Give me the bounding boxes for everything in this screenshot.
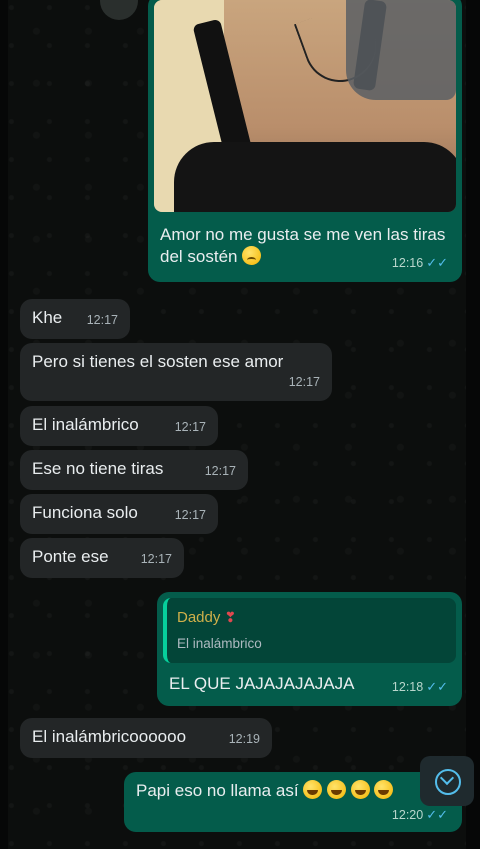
incoming-message[interactable]: Ese no tiene tiras 12:17 (20, 450, 248, 490)
message-time: 12:17 (174, 420, 206, 434)
message-text: Ponte ese (32, 547, 109, 566)
message-text: Pero si tienes el sosten ese amor (32, 352, 284, 371)
laughing-emoji (374, 780, 394, 799)
quoted-message[interactable]: Daddy ❣ El inalámbrico (163, 598, 456, 663)
incoming-message[interactable]: Ponte ese 12:17 (20, 538, 184, 578)
message-time: 12:17 (140, 552, 172, 566)
incoming-message[interactable]: El inalámbrico 12:17 (20, 406, 218, 446)
message-time: 12:16 (391, 256, 424, 270)
message-time: 12:17 (204, 464, 236, 478)
incoming-message[interactable]: Khe 12:17 (20, 299, 130, 339)
heart-icon: ❣ (224, 609, 237, 625)
right-edge (466, 0, 480, 849)
laughing-emoji (350, 780, 370, 799)
message-text: EL QUE JAJAJAJAJAJA (169, 674, 355, 693)
quote-text: El inalámbrico (177, 636, 262, 651)
message-time: 12:17 (288, 375, 320, 389)
laughing-emoji (303, 780, 323, 799)
message-text: Ese no tiene tiras (32, 459, 164, 478)
message-time: 12:19 (228, 732, 260, 746)
outgoing-reply-message[interactable]: Daddy ❣ El inalámbrico EL QUE JAJAJAJAJA… (157, 592, 462, 706)
incoming-message[interactable]: El inalámbricoooooo 12:19 (20, 718, 272, 758)
quote-author: Daddy (177, 609, 221, 626)
message-text: El inalámbrico (32, 415, 139, 434)
left-edge (0, 0, 8, 849)
read-ticks-icon: ✓✓ (426, 255, 448, 270)
read-ticks-icon: ✓✓ (426, 807, 448, 822)
message-text: Papi eso no llama así (136, 781, 299, 800)
sad-face-emoji (242, 246, 262, 265)
read-ticks-icon: ✓✓ (426, 679, 448, 694)
outgoing-image-message[interactable]: Amor no me gusta se me ven las tiras del… (148, 0, 462, 282)
laughing-emoji (327, 780, 347, 799)
outgoing-message[interactable]: Papi eso no llama así 12:20 ✓✓ (124, 772, 462, 832)
incoming-message[interactable]: Funciona solo 12:17 (20, 494, 218, 534)
message-text: El inalámbricoooooo (32, 727, 187, 746)
scroll-to-bottom-button[interactable] (420, 756, 474, 806)
photo-attachment[interactable] (154, 0, 456, 212)
incoming-message[interactable]: Pero si tienes el sosten ese amor 12:17 (20, 343, 332, 401)
message-text: Khe (32, 308, 63, 327)
message-time: 12:17 (174, 508, 206, 522)
message-time: 12:18 (391, 680, 424, 694)
message-time: 12:20 (391, 808, 424, 822)
message-time: 12:17 (86, 313, 118, 327)
message-text: Funciona solo (32, 503, 138, 522)
